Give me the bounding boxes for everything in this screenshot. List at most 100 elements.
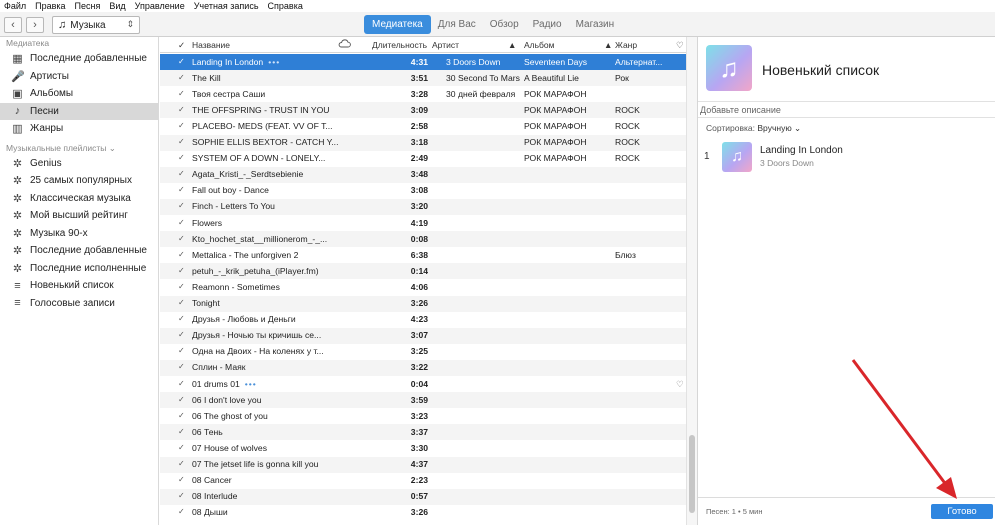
row-checkbox[interactable]: ✓	[178, 379, 185, 388]
menu-item[interactable]: Правка	[35, 1, 65, 11]
row-checkbox[interactable]: ✓	[178, 443, 185, 452]
sidebar-item[interactable]: ✲ Классическая музыка	[0, 190, 158, 208]
row-checkbox[interactable]: ✓	[178, 282, 185, 291]
row-checkbox[interactable]: ✓	[178, 57, 185, 66]
scroll-thumb[interactable]	[689, 435, 695, 513]
column-check[interactable]: ✓	[178, 40, 185, 51]
column-album[interactable]: Альбом	[524, 40, 555, 50]
row-checkbox[interactable]: ✓	[178, 314, 185, 323]
table-row[interactable]: ✓ THE OFFSPRING - TRUST IN YOU 3:09 РОК МАР…	[160, 102, 686, 119]
table-row[interactable]: ✓ Reamonn - Sometimes 4:06	[160, 279, 686, 295]
table-row[interactable]: ✓ Сплин - Маяк 3:22	[160, 359, 686, 376]
sidebar-item[interactable]: 🎤 Артисты	[0, 68, 158, 86]
row-checkbox[interactable]: ✓	[178, 89, 185, 98]
more-options-icon[interactable]: •••	[268, 57, 280, 67]
playlist-artwork[interactable]: ♫	[706, 45, 752, 91]
row-checkbox[interactable]: ✓	[178, 73, 185, 82]
tab-item[interactable]: Для Вас	[431, 15, 483, 34]
column-duration[interactable]: Длительность	[372, 40, 427, 50]
media-kind-select[interactable]: ♫ Музыка ⇕	[52, 16, 140, 34]
sidebar-item[interactable]: ≡ Голосовые записи	[0, 295, 158, 313]
table-row[interactable]: ✓ 08 Interlude 0:57	[160, 488, 686, 505]
row-checkbox[interactable]: ✓	[178, 411, 185, 420]
cloud-icon[interactable]	[338, 38, 351, 51]
row-checkbox[interactable]: ✓	[178, 250, 185, 259]
menu-item[interactable]: Вид	[109, 1, 125, 11]
table-row[interactable]: ✓ 08 Cancer 2:23	[160, 473, 686, 489]
sidebar-item[interactable]: ✲ Последние исполненные	[0, 260, 158, 278]
sidebar-item[interactable]: ▦ Последние добавленные	[0, 50, 158, 68]
row-checkbox[interactable]: ✓	[178, 218, 185, 227]
menu-item[interactable]: Управление	[135, 1, 185, 11]
row-checkbox[interactable]: ✓	[178, 121, 185, 130]
row-checkbox[interactable]: ✓	[178, 491, 185, 500]
playlists-header[interactable]: Музыкальные плейлисты ⌄	[0, 142, 158, 155]
row-checkbox[interactable]: ✓	[178, 201, 185, 210]
playlist-title[interactable]: Новенький список	[762, 62, 879, 78]
table-row[interactable]: ✓ SOPHIE ELLIS BEXTOR - CATCH Y... 3:18 РОК…	[160, 134, 686, 151]
table-row[interactable]: ✓ The Kill 3:51 30 Second To Mars A Beautifu…	[160, 70, 686, 87]
table-row[interactable]: ✓ petuh_-_krik_petuha_(iPlayer.fm) 0:14	[160, 263, 686, 280]
table-row[interactable]: ✓ 06 Тень 3:37	[160, 424, 686, 441]
back-button[interactable]: ‹	[4, 17, 22, 33]
table-row[interactable]: ✓ Одна на Двоих - На коленях у т... 3:25	[160, 344, 686, 360]
sidebar-item[interactable]: ✲ Последние добавленные	[0, 242, 158, 260]
row-checkbox[interactable]: ✓	[178, 234, 185, 243]
heart-icon[interactable]: ♡	[676, 40, 684, 51]
row-checkbox[interactable]: ✓	[178, 105, 185, 114]
sort-value[interactable]: Вручную ⌄	[757, 123, 801, 133]
row-checkbox[interactable]: ✓	[178, 137, 185, 146]
row-checkbox[interactable]: ✓	[178, 298, 185, 307]
heart-icon[interactable]: ♡	[676, 379, 684, 390]
table-row[interactable]: ✓ 06 I don't love you 3:59	[160, 392, 686, 409]
table-row[interactable]: ✓ 01 drums 01 ••• 0:04 ♡	[160, 376, 686, 392]
table-row[interactable]: ✓ Друзья - Любовь и Деньги 4:23	[160, 312, 686, 328]
menu-item[interactable]: Файл	[4, 1, 26, 11]
row-checkbox[interactable]: ✓	[178, 507, 185, 516]
table-scrollbar[interactable]	[686, 37, 697, 525]
table-row[interactable]: ✓ Mettalica - The unforgiven 2 6:38 Блюз	[160, 247, 686, 263]
sidebar-item[interactable]: ♪ Песни	[0, 102, 158, 120]
column-name[interactable]: Название	[192, 40, 230, 50]
row-checkbox[interactable]: ✓	[178, 346, 185, 355]
sidebar-item[interactable]: ✲ Музыка 90-х	[0, 225, 158, 243]
table-row[interactable]: ✓ Fall out boy - Dance 3:08	[160, 183, 686, 199]
sidebar-item[interactable]: ✲ Мой высший рейтинг	[0, 207, 158, 225]
tab-item[interactable]: Магазин	[569, 15, 622, 34]
row-checkbox[interactable]: ✓	[178, 427, 185, 436]
table-row[interactable]: ✓ 07 The jetset life is gonna kill you 4:3…	[160, 456, 686, 473]
table-row[interactable]: ✓ Flowers 4:19	[160, 215, 686, 231]
table-row[interactable]: ✓ PLACEBO- MEDS (FEAT. VV OF T... 2:58 РОК …	[160, 118, 686, 134]
sidebar-item[interactable]: ▥ Жанры	[0, 120, 158, 138]
column-genre[interactable]: Жанр	[615, 40, 637, 50]
row-checkbox[interactable]: ✓	[178, 459, 185, 468]
forward-button[interactable]: ›	[26, 17, 44, 33]
row-checkbox[interactable]: ✓	[178, 153, 185, 162]
table-row[interactable]: ✓ Kto_hochet_stat__millionerom_-_... 0:08	[160, 231, 686, 248]
menu-item[interactable]: Справка	[268, 1, 303, 11]
table-row[interactable]: ✓ Tonight 3:26	[160, 295, 686, 312]
table-row[interactable]: ✓ Landing In London ••• 4:31 3 Doors Down Sev…	[160, 54, 686, 71]
table-row[interactable]: ✓ Agata_Kristi_-_Serdtsebienie 3:48	[160, 166, 686, 183]
tab-item[interactable]: Обзор	[483, 15, 526, 34]
row-checkbox[interactable]: ✓	[178, 185, 185, 194]
playlist-description-field[interactable]: Добавьте описание	[698, 101, 995, 118]
table-row[interactable]: ✓ Друзья - Ночью ты кричишь се... 3:07	[160, 327, 686, 344]
table-row[interactable]: ✓ SYSTEM OF A DOWN - LONELY... 2:49 РОК МАР…	[160, 151, 686, 167]
menu-item[interactable]: Учетная запись	[194, 1, 259, 11]
sidebar-item[interactable]: ≡ Новенький список	[0, 277, 158, 295]
table-row[interactable]: ✓ Твоя сестра Саши 3:28 30 дней февраля РОК …	[160, 86, 686, 102]
tab-item[interactable]: Радио	[526, 15, 569, 34]
tab-item[interactable]: Медиатека	[364, 15, 431, 34]
row-checkbox[interactable]: ✓	[178, 169, 185, 178]
table-row[interactable]: ✓ 07 House of wolves 3:30	[160, 440, 686, 456]
table-row[interactable]: ✓ 06 The ghost of you 3:23	[160, 408, 686, 424]
sort-control[interactable]: Сортировка: Вручную ⌄	[706, 123, 801, 134]
row-checkbox[interactable]: ✓	[178, 395, 185, 404]
playlist-track[interactable]: 1 ♫ Landing In London 3 Doors Down	[698, 141, 995, 173]
table-row[interactable]: ✓ 08 Дыши 3:26	[160, 505, 686, 521]
column-artist[interactable]: Артист	[432, 40, 459, 50]
sidebar-item[interactable]: ✲ Genius	[0, 155, 158, 173]
done-button[interactable]: Готово	[931, 504, 993, 519]
sidebar-item[interactable]: ▣ Альбомы	[0, 85, 158, 103]
